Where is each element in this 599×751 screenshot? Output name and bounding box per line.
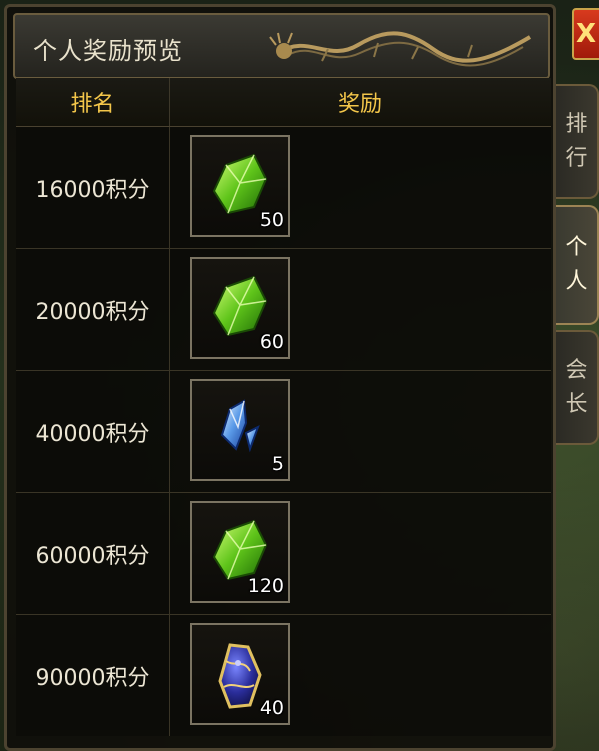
close-icon: X bbox=[575, 19, 597, 49]
rank-score: 60000积分 bbox=[16, 493, 170, 614]
table-row: 90000积分 40 bbox=[16, 615, 551, 736]
reward-cell: 60 bbox=[170, 249, 550, 370]
table-row: 20000积分 60 bbox=[16, 249, 551, 371]
reward-cell: 120 bbox=[170, 493, 550, 614]
item-slot[interactable]: 40 bbox=[190, 623, 290, 725]
header-rank: 排名 bbox=[16, 78, 170, 126]
reward-cell: 40 bbox=[170, 615, 550, 736]
table-row: 16000积分 50 bbox=[16, 127, 551, 249]
title-bar: 个人奖励预览 bbox=[13, 13, 550, 79]
close-button[interactable]: X bbox=[572, 8, 599, 60]
tab-label-char: 个 bbox=[565, 235, 588, 260]
tab-ranking[interactable]: 排 行 bbox=[556, 84, 599, 199]
item-slot[interactable]: 120 bbox=[190, 501, 290, 603]
item-quantity: 120 bbox=[247, 575, 284, 597]
table-row: 40000积分 5 bbox=[16, 371, 551, 493]
item-quantity: 50 bbox=[259, 209, 284, 231]
rank-score: 90000积分 bbox=[16, 615, 170, 736]
item-quantity: 40 bbox=[259, 697, 284, 719]
tab-label-char: 会 bbox=[565, 357, 588, 383]
rank-score: 40000积分 bbox=[16, 371, 170, 492]
tab-label-char: 行 bbox=[565, 145, 588, 171]
blue-crystal-icon bbox=[220, 399, 260, 453]
dragon-ornament-icon bbox=[269, 31, 532, 67]
header-reward: 奖励 bbox=[337, 92, 382, 117]
item-slot[interactable]: 50 bbox=[190, 135, 290, 237]
item-slot[interactable]: 5 bbox=[190, 379, 290, 481]
tab-label-char: 排 bbox=[565, 111, 588, 137]
item-slot[interactable]: 60 bbox=[190, 257, 290, 359]
item-quantity: 60 bbox=[259, 331, 284, 353]
reward-table: 排名 奖励 16000积分 50 20000积分 60 40000积分 5 60… bbox=[16, 78, 551, 736]
reward-cell: 5 bbox=[170, 371, 550, 492]
tab-personal[interactable]: 个 人 bbox=[556, 205, 599, 325]
item-quantity: 5 bbox=[271, 453, 284, 475]
reward-cell: 50 bbox=[170, 127, 550, 248]
tab-label-char: 长 bbox=[565, 391, 588, 417]
panel-title: 个人奖励预览 bbox=[33, 37, 183, 65]
rank-score: 16000积分 bbox=[16, 127, 170, 248]
tab-label-char: 人 bbox=[565, 269, 588, 294]
table-row: 60000积分 120 bbox=[16, 493, 551, 615]
rank-score: 20000积分 bbox=[16, 249, 170, 370]
table-header: 排名 奖励 bbox=[16, 78, 551, 127]
tab-leader[interactable]: 会 长 bbox=[556, 330, 599, 445]
